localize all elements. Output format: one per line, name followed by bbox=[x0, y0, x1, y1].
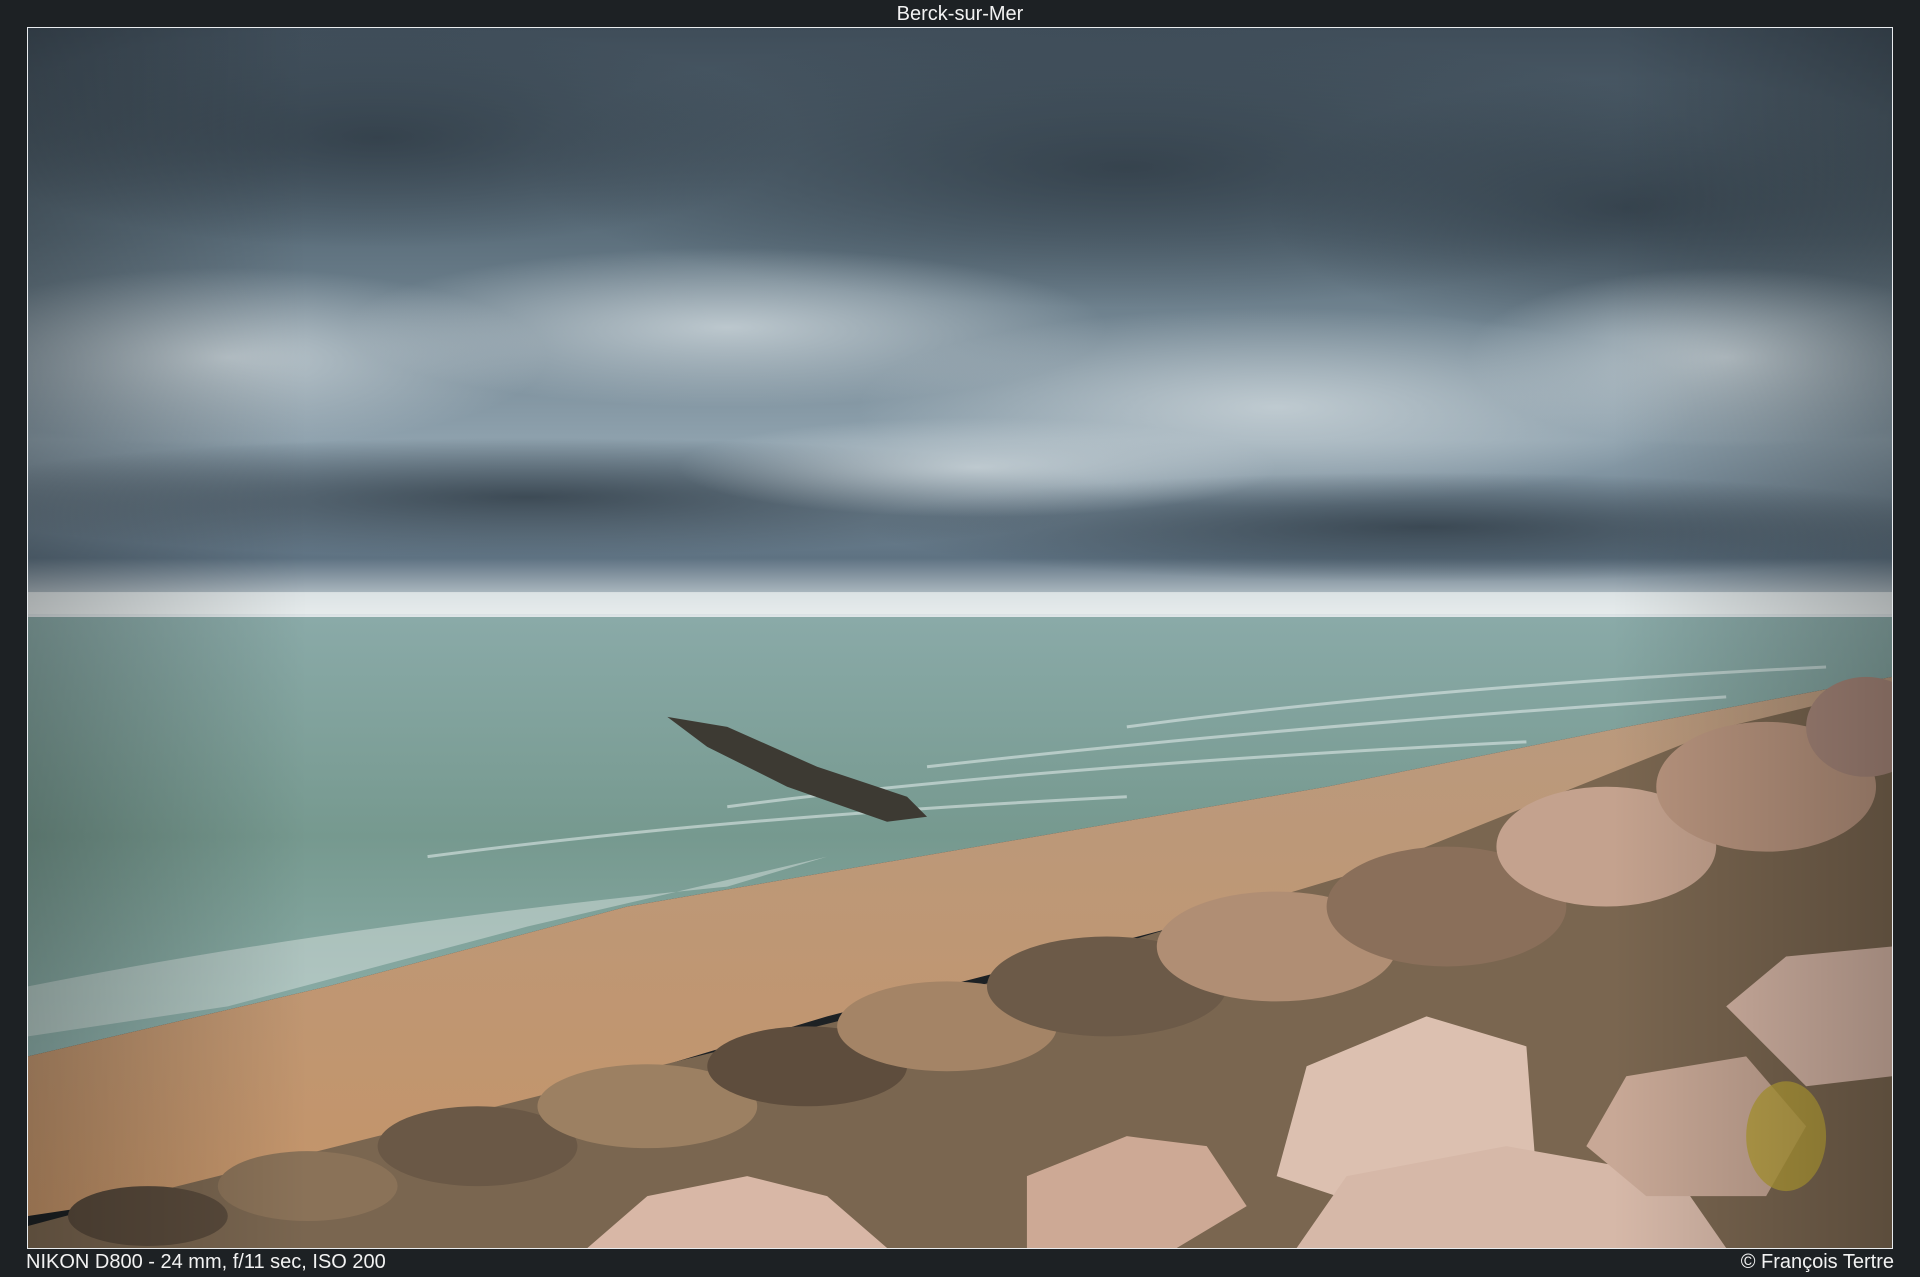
exif-info: NIKON D800 - 24 mm, f/11 sec, ISO 200 bbox=[26, 1251, 386, 1273]
beach-scene-image bbox=[28, 28, 1892, 1248]
photo-frame: Berck-sur-Mer NIKON D800 - 24 mm, f/11 s… bbox=[0, 0, 1920, 1277]
landscape-photo bbox=[27, 27, 1893, 1249]
vignette bbox=[28, 28, 1892, 1248]
copyright-credit: © François Tertre bbox=[1740, 1251, 1894, 1273]
photo-title: Berck-sur-Mer bbox=[896, 3, 1024, 25]
